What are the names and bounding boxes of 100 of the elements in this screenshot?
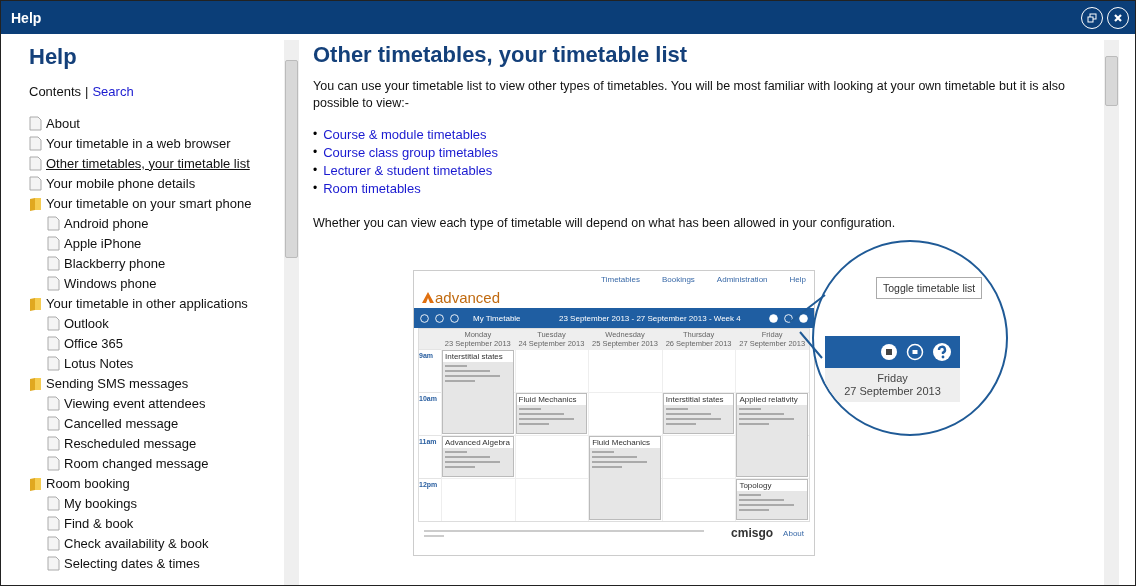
tree-item[interactable]: Rescheduled message [64,435,197,451]
document-icon [47,275,60,291]
folder-icon [29,375,42,391]
tree-item[interactable]: Lotus Notes [64,355,134,371]
logo-icon [422,292,434,303]
date-range: 23 September 2013 - 27 September 2013 - Week 4 [559,313,742,323]
tree-item[interactable]: Your timetable in a web browser [46,135,231,151]
document-icon [29,155,42,171]
tree-item[interactable]: About [46,115,80,131]
today-icon[interactable] [435,313,444,323]
document-icon [47,335,60,351]
event-block[interactable]: Fluid Mechanics [589,436,661,520]
document-icon [47,555,60,571]
scrollbar[interactable] [284,40,299,585]
restore-icon [1087,12,1097,23]
toolbar-title: My Timetable [473,313,522,323]
folder-icon [29,195,42,211]
bullet: • [313,180,318,197]
tree-item[interactable]: Your timetable in other applications [46,295,248,311]
tree-item[interactable]: Android phone [64,215,149,231]
event-block[interactable]: Applied relativity [736,393,808,477]
folder-icon [29,295,42,311]
bullet: • [313,144,318,161]
event-title: Fluid Mechanics [590,437,660,448]
event-block[interactable]: Interstitial states [442,350,514,434]
tree-item[interactable]: Find & book [64,515,134,531]
document-icon [29,175,42,191]
window-title: Help [11,9,43,26]
zoomed-day-header: Friday 27 September 2013 [825,368,960,402]
intro-paragraph: You can use your timetable list to view other types of timetables. You will be most familiar with looking at your own timetable but it is also possible to view:- [313,78,1066,112]
document-icon [47,315,60,331]
event-title: Applied relativity [737,394,807,405]
nav-link[interactable]: Help [789,275,806,308]
document-icon [47,215,60,231]
event-title: Fluid Mechanics [516,394,587,405]
tree-item[interactable]: Blackberry phone [64,255,166,271]
contents-label: Contents [29,84,82,99]
print-icon[interactable] [784,313,793,323]
about-link[interactable]: About [783,528,804,538]
tree-item[interactable]: Office 365 [64,335,124,351]
event-title: Interstitial states [663,394,734,405]
document-icon [47,355,60,371]
brand-logo: cmisgo [731,526,774,540]
event-block[interactable]: Advanced Algebra [442,436,514,477]
previous-icon[interactable] [420,313,429,323]
list-toggle-icon[interactable] [769,313,778,323]
event-title: Advanced Algebra [443,437,513,448]
help-icon[interactable] [932,342,952,362]
tree-item[interactable]: Windows phone [64,275,157,291]
tree-item[interactable]: Your mobile phone details [46,175,196,191]
tree-item[interactable]: Your timetable on your smart phone [46,195,252,211]
article-link[interactable]: Course class group timetables [323,144,499,161]
tree-item[interactable]: Room booking [46,475,130,491]
outro-paragraph: Whether you can view each type of timetable will depend on what has been allowed in your configuration. [313,215,897,232]
article-title: Other timetables, your timetable list [313,42,689,68]
article-link[interactable]: Lecturer & student timetables [323,162,493,179]
folder-icon [29,475,42,491]
tree-item[interactable]: Apple iPhone [64,235,142,251]
search-link[interactable]: Search [92,84,134,99]
event-title: Interstitial states [443,351,513,362]
event-block[interactable]: Fluid Mechanics [515,393,588,434]
event-title: Topology [737,480,807,491]
document-icon [47,515,60,531]
article-link[interactable]: Course & module timetables [323,126,487,143]
scrollbar[interactable] [1104,40,1119,585]
grid-corner [419,329,441,349]
tree-item[interactable]: Other timetables, your timetable list [46,155,250,171]
document-icon [47,495,60,511]
document-icon [47,535,60,551]
logo-text: advanced [435,289,501,306]
nav-link[interactable]: Timetables [601,275,640,308]
document-icon [29,135,42,151]
next-icon[interactable] [450,313,459,323]
tree-item[interactable]: Outlook [64,315,109,331]
tree-item[interactable]: Sending SMS messages [46,375,189,391]
article-link[interactable]: Room timetables [323,180,421,197]
separator: | [85,84,89,99]
document-icon [47,435,60,451]
tree-item[interactable]: Check availability & book [64,535,209,551]
bullet: • [313,162,318,179]
tree-item[interactable]: Room changed message [64,455,209,471]
tree-item[interactable]: Cancelled message [64,415,179,431]
tree-item[interactable]: My bookings [64,495,137,511]
list-toggle-icon[interactable] [880,343,898,361]
help-icon[interactable] [799,313,808,323]
nav-link[interactable]: Bookings [661,275,695,308]
event-block[interactable]: Topology [736,479,808,520]
document-icon [47,415,60,431]
document-icon [47,235,60,251]
tree-item[interactable]: Selecting dates & times [64,555,200,571]
bullet: • [313,126,318,143]
nav-link[interactable]: Administration [716,275,768,308]
sidebar-heading: Help [29,44,78,70]
event-block[interactable]: Interstitial states [662,393,735,434]
document-icon [47,395,60,411]
tree-item[interactable]: Viewing event attendees [64,395,206,411]
print-icon[interactable] [906,343,924,361]
tooltip: Toggle timetable list [876,277,983,299]
document-icon [29,115,42,131]
document-icon [47,255,60,271]
